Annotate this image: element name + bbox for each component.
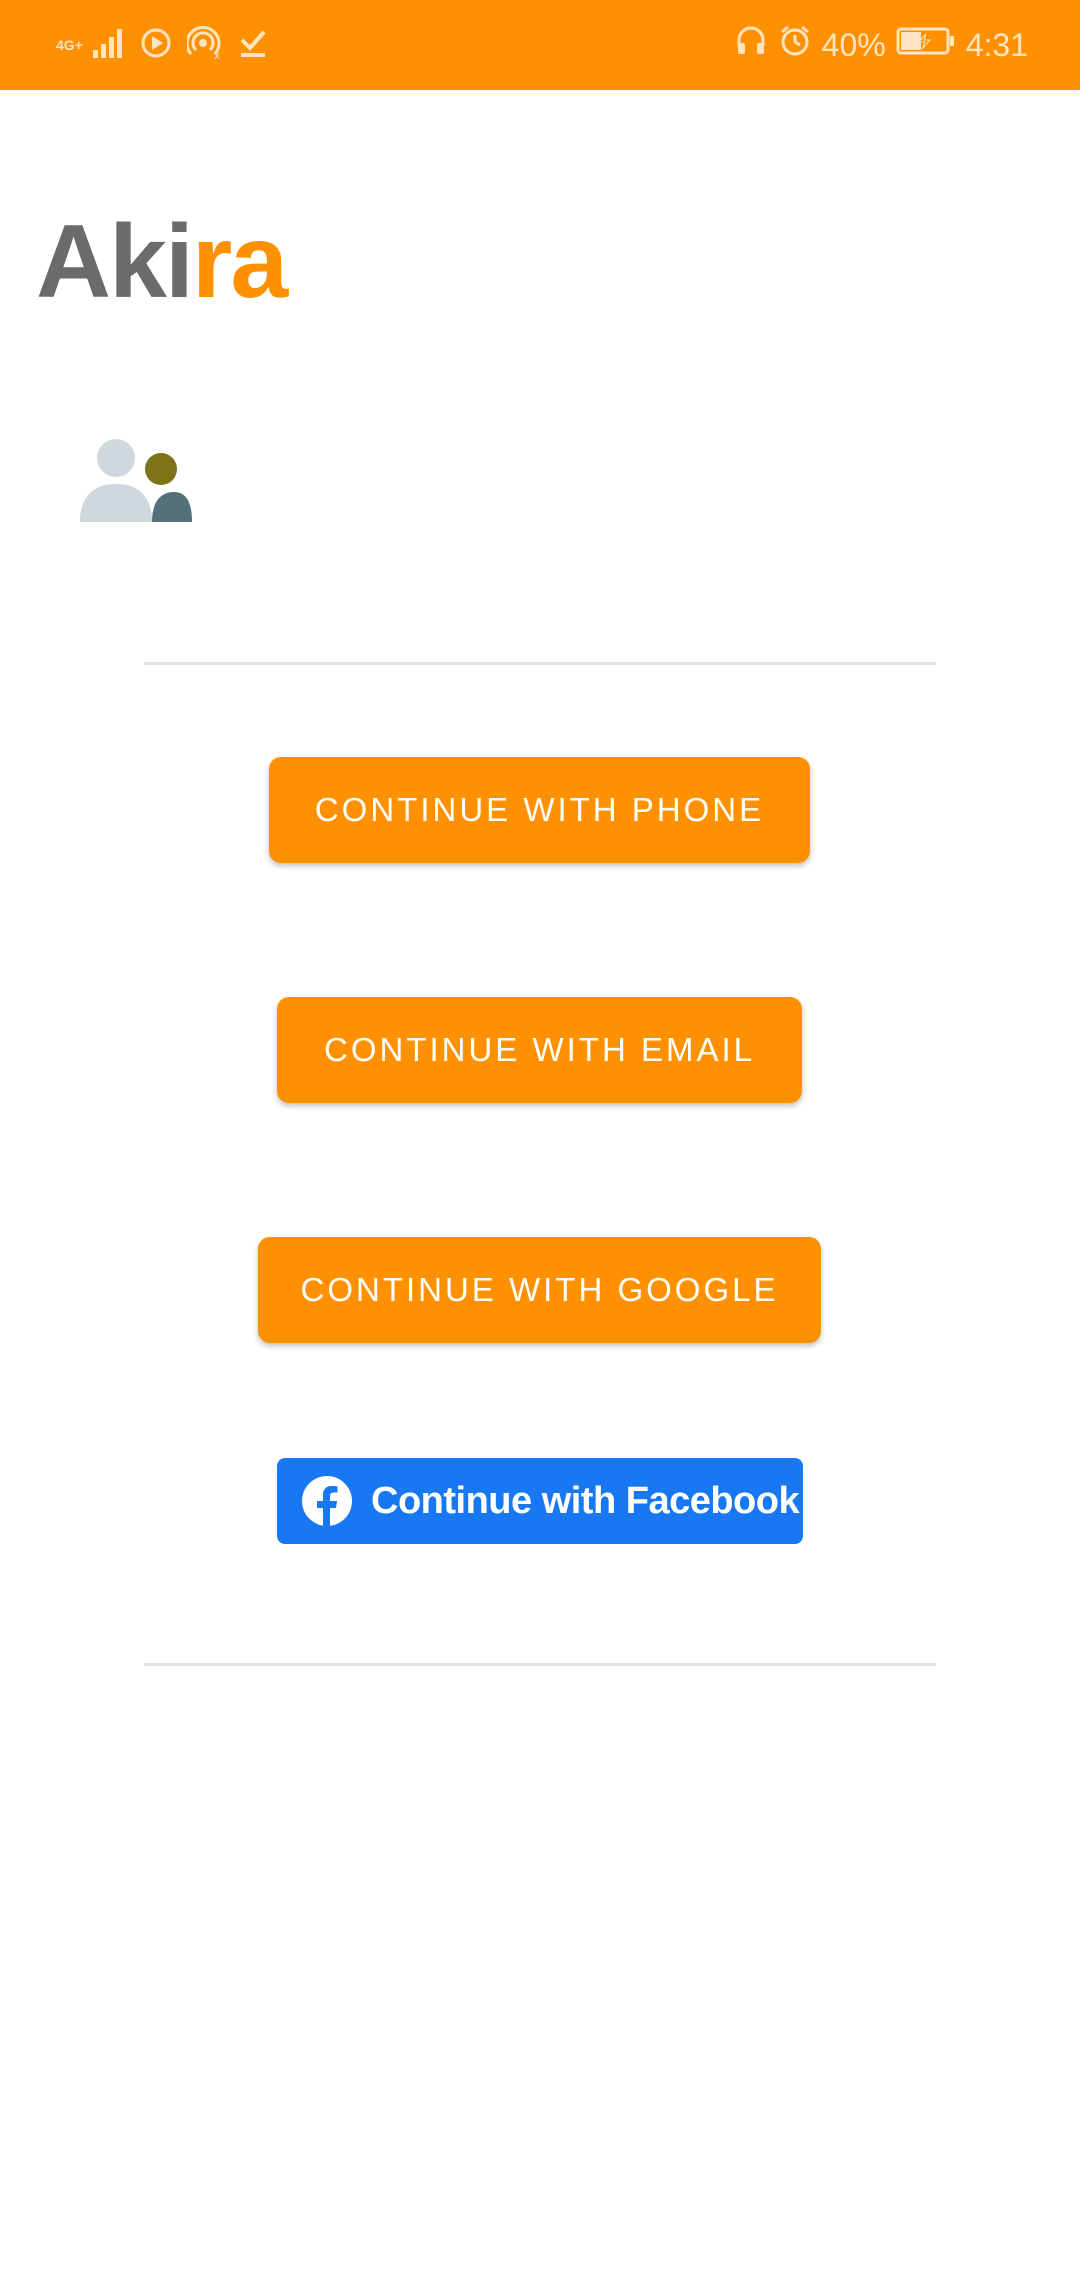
status-left-icons: 4G+ x	[56, 22, 269, 68]
logo-text-gray: Aki	[36, 204, 194, 320]
alarm-icon	[778, 24, 812, 66]
status-bar: 4G+ x 40% 4:31	[0, 0, 1080, 90]
continue-with-facebook-button[interactable]: Continue with Facebook	[277, 1458, 803, 1544]
continue-with-google-button[interactable]: CONTINUE WITH GOOGLE	[258, 1237, 821, 1343]
continue-with-email-button[interactable]: CONTINUE WITH EMAIL	[277, 997, 802, 1103]
hotspot-icon: x	[185, 25, 223, 65]
status-right-icons: 40% 4:31	[734, 22, 1028, 68]
continue-with-phone-button[interactable]: CONTINUE WITH PHONE	[269, 757, 810, 863]
svg-text:x: x	[214, 51, 220, 60]
signal-icon	[91, 26, 125, 65]
network-type: 4G+	[56, 37, 83, 53]
facebook-button-label: Continue with Facebook	[371, 1479, 800, 1522]
divider-top	[144, 662, 936, 665]
play-icon	[139, 26, 173, 65]
app-logo: Akira	[36, 210, 288, 314]
facebook-icon	[301, 1475, 353, 1527]
battery-charging-icon	[896, 26, 956, 64]
battery-percent: 40%	[821, 26, 886, 63]
download-done-icon	[237, 26, 269, 65]
headset-icon	[734, 24, 768, 66]
divider-bottom	[144, 1663, 936, 1666]
clock: 4:31	[965, 26, 1028, 63]
users-icon	[78, 436, 194, 522]
logo-text-orange: ra	[191, 204, 288, 320]
